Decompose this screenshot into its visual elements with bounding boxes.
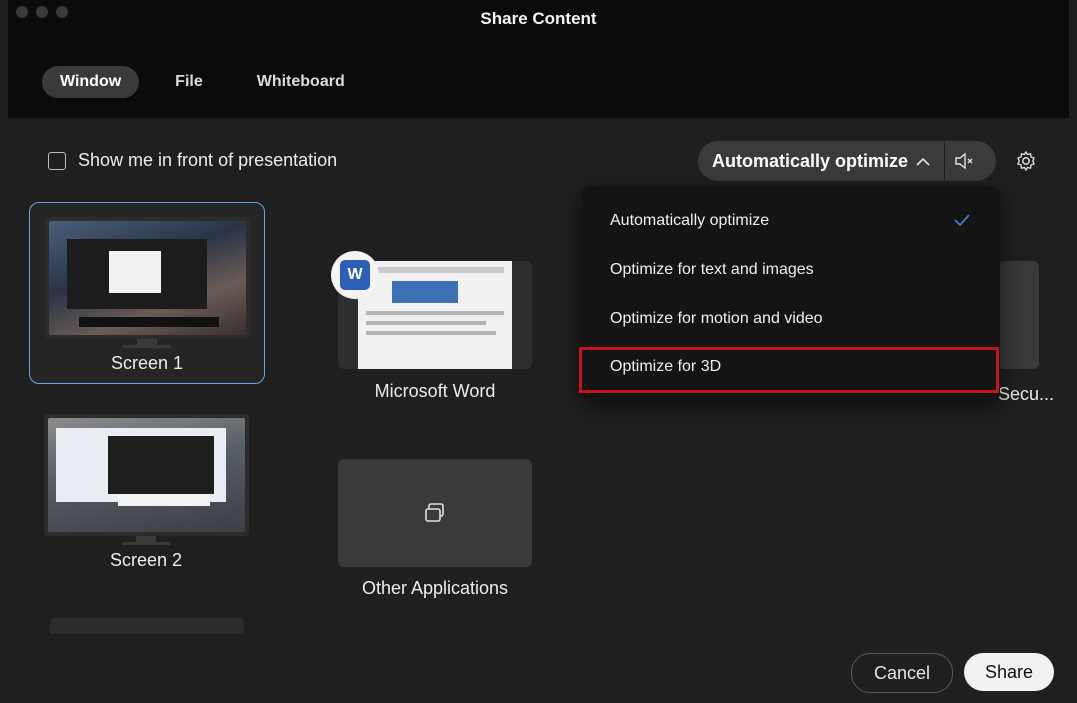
show-me-label: Show me in front of presentation bbox=[78, 150, 338, 170]
app-label-microsoft-word: Microsoft Word bbox=[374, 381, 496, 401]
screen-2-label: Screen 2 bbox=[109, 550, 183, 570]
word-icon: W bbox=[331, 251, 379, 299]
speaker-muted-icon[interactable] bbox=[953, 149, 977, 173]
pill-divider bbox=[944, 141, 946, 181]
partial-screen-card bbox=[50, 618, 244, 634]
app-label-partial: Secu... bbox=[998, 384, 1055, 404]
show-me-option[interactable]: Show me in front of presentation bbox=[48, 150, 337, 171]
title-bar: Share Content Window File Whiteboard bbox=[8, 0, 1069, 118]
menu-item-automatically-optimize[interactable]: Automatically optimize bbox=[610, 212, 769, 230]
monitor-stand-icon bbox=[122, 339, 171, 348]
share-content-window: Share Content Window File Whiteboard Sho… bbox=[8, 0, 1069, 703]
screen-2-thumbnail bbox=[43, 414, 249, 536]
share-panel: Show me in front of presentation Automat… bbox=[8, 118, 1069, 703]
optimize-selected-label: Automatically optimize bbox=[712, 150, 909, 171]
app-thumbnail-other-applications[interactable] bbox=[338, 459, 532, 567]
screen-1-thumbnail bbox=[44, 217, 250, 339]
window-title: Share Content bbox=[480, 9, 597, 28]
app-thumbnail-partial[interactable] bbox=[998, 261, 1039, 369]
red-highlight-box bbox=[579, 347, 999, 393]
tab-whiteboard[interactable]: Whiteboard bbox=[239, 66, 363, 98]
optimize-dropdown[interactable]: Automatically optimize bbox=[698, 141, 996, 181]
checkmark-icon bbox=[954, 214, 970, 226]
monitor-stand-icon bbox=[121, 536, 170, 545]
screen-1-card[interactable]: Screen 1 bbox=[29, 202, 265, 384]
tab-window[interactable]: Window bbox=[42, 66, 140, 98]
screen-2-card[interactable]: Screen 2 bbox=[29, 400, 263, 580]
tab-file[interactable]: File bbox=[157, 66, 221, 98]
gear-icon[interactable] bbox=[1015, 150, 1037, 172]
app-label-other-applications: Other Applications bbox=[361, 578, 509, 598]
chevron-up-icon bbox=[916, 153, 930, 169]
windows-stack-icon bbox=[423, 501, 447, 525]
word-document-preview bbox=[358, 261, 512, 369]
show-me-checkbox[interactable] bbox=[48, 151, 66, 170]
screen-1-label: Screen 1 bbox=[110, 353, 184, 373]
cancel-button[interactable]: Cancel bbox=[851, 653, 953, 693]
menu-item-optimize-text-images[interactable]: Optimize for text and images bbox=[610, 261, 814, 279]
share-button[interactable]: Share bbox=[964, 653, 1054, 691]
share-tabs: Window File Whiteboard bbox=[42, 66, 363, 98]
menu-item-optimize-motion-video[interactable]: Optimize for motion and video bbox=[610, 310, 823, 328]
